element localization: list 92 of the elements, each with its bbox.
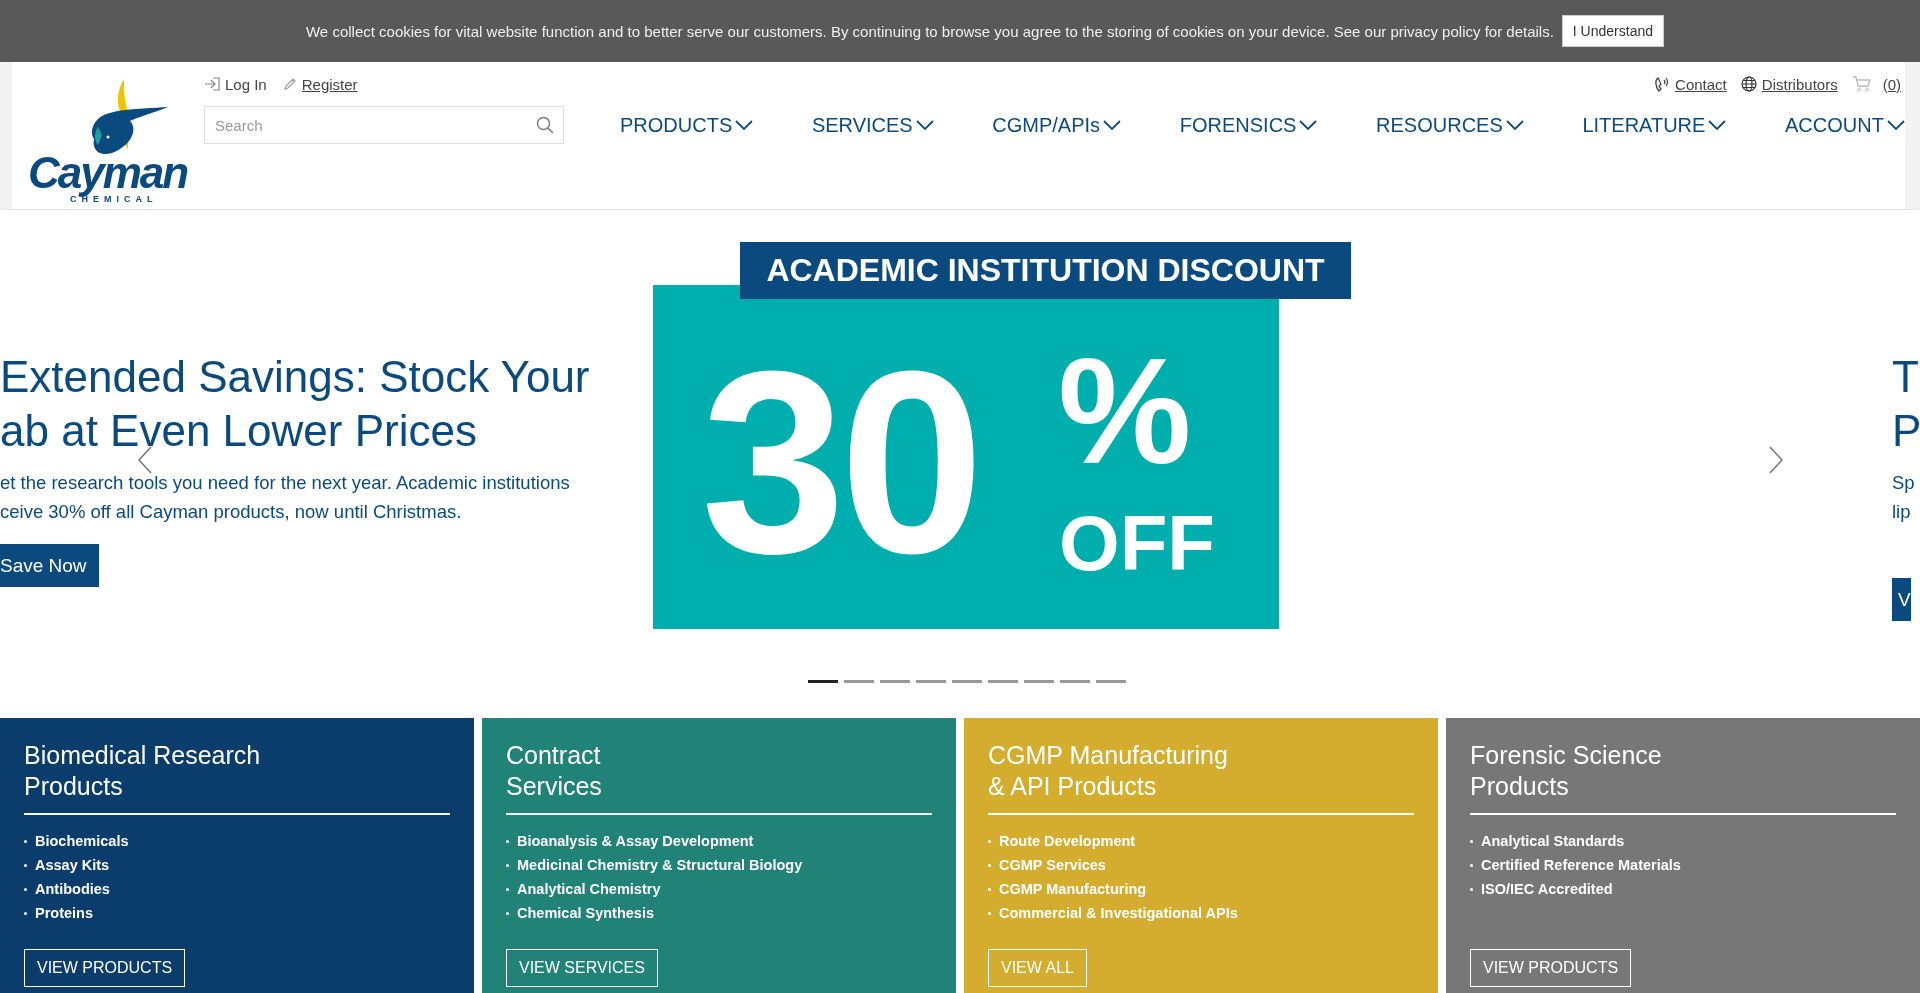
bullet-icon [988,887,991,891]
nav-menu-item[interactable]: LITERATURE [1582,114,1727,137]
card-title: Biomedical Research [24,740,262,771]
bullet-icon [506,887,509,891]
card-title: Contract [506,740,602,771]
card-list-item: Certified Reference Materials [1481,856,1681,875]
card-button[interactable]: VIEW PRODUCTS [24,949,186,987]
phone-icon [1654,75,1671,93]
pencil-icon [282,77,297,91]
register-link[interactable]: Register [282,75,358,93]
card-title: CGMP Manufacturing [988,740,1229,771]
pager-dash[interactable] [844,680,874,683]
slide-button[interactable]: Save Now [0,544,99,587]
card-list-item: Analytical Chemistry [517,880,661,899]
pager-dash[interactable] [1096,680,1126,683]
nav-menu-item[interactable]: RESOURCES [1376,114,1524,137]
slide-description: ceive 30% off all Cayman products, now until Christmas. [0,500,463,524]
understand-button[interactable]: I Understand [1561,15,1664,47]
percent-sign: % [1058,326,1192,496]
card-title: Forensic Science [1470,740,1663,771]
bullet-icon [24,911,27,915]
nav-menu-item[interactable]: ACCOUNT [1785,114,1905,137]
slide-description: lip [1892,500,1912,524]
card-title: Services [506,771,603,802]
card-list-item: CGMP Manufacturing [999,880,1147,899]
card-title: Products [24,771,124,802]
bullet-icon [988,863,991,867]
bullet-icon [988,839,991,843]
nav-menu-item[interactable]: FORENSICS [1179,114,1318,137]
bullet-icon [24,887,27,891]
login-link[interactable]: Log In [204,75,267,93]
slide-description: Sp [1892,471,1916,495]
chevron-down-icon [1886,120,1905,131]
search-field[interactable]: Search [204,106,564,144]
pager-dash[interactable] [988,680,1018,683]
card-list-item: Biochemicals [35,832,129,851]
slide-headline: ab at Even Lower Prices [0,405,478,457]
bullet-icon [24,863,27,867]
bullet-icon [506,911,509,915]
slide-button[interactable]: V [1892,578,1911,621]
off-text: OFF [1059,498,1215,588]
slide-headline: P [1892,405,1920,457]
card-list-item: Antibodies [35,880,110,899]
chevron-down-icon [735,120,754,131]
login-icon [204,77,220,91]
discount-number: 30 [701,316,979,609]
bullet-icon [1470,863,1473,867]
card-list-item: Analytical Standards [1481,832,1625,851]
card-list-item: Bioanalysis & Assay Development [517,832,754,851]
card-button[interactable]: VIEW SERVICES [506,949,658,987]
bullet-icon [1470,839,1473,843]
pager-dash[interactable] [808,680,838,683]
pager-dash[interactable] [952,680,982,683]
chevron-down-icon [915,120,934,131]
cart-link[interactable]: (0) [1851,74,1901,94]
card-list-item: Commercial & Investigational APIs [999,904,1238,923]
pager-dash[interactable] [916,680,946,683]
card-list-item: Chemical Synthesis [517,904,654,923]
chevron-down-icon [1505,120,1524,131]
card-list-item: Proteins [35,904,93,923]
card-list-item: Route Development [999,832,1136,851]
chevron-down-icon [1103,120,1122,131]
chevron-down-icon [1708,120,1727,131]
bullet-icon [24,839,27,843]
pager-dash[interactable] [880,680,910,683]
bullet-icon [1470,887,1473,891]
nav-menu-item[interactable]: PRODUCTS [620,114,754,137]
card-button[interactable]: VIEW PRODUCTS [1470,949,1632,987]
nav-menu-item[interactable]: SERVICES [811,114,934,137]
card-list-item: Assay Kits [35,856,110,875]
bullet-icon [988,911,991,915]
bullet-icon [506,839,509,843]
pager-dash[interactable] [1024,680,1054,683]
card-list-item: CGMP Services [999,856,1106,875]
cart-icon [1851,76,1871,92]
distributors-link[interactable]: Distributors [1740,74,1838,94]
card-list-item: ISO/IEC Accredited [1481,880,1613,899]
bullet-icon [506,863,509,867]
search-icon [536,116,554,134]
card-list-item: Medicinal Chemistry & Structural Biology [517,856,803,875]
slide-headline: Extended Savings: Stock Your [0,351,591,403]
nav-menu-item[interactable]: CGMP/APIs [992,114,1122,137]
slide-description: et the research tools you need for the next year. Academic institutions [0,471,571,495]
globe-icon [1740,76,1757,92]
pager-dash[interactable] [1060,680,1090,683]
card-title: & API Products [988,771,1158,802]
contact-link[interactable]: Contact [1654,74,1727,94]
cookie-notice: We collect cookies for vital website function and to better serve our customers. By continuing to browse you agree to the storing of cookies on your device. See our privacy policy for details. [306,22,1554,40]
slide-headline: T [1892,351,1920,403]
discount-label: ACADEMIC INSTITUTION DISCOUNT [740,242,1351,299]
card-title: Products [1470,771,1570,802]
chevron-down-icon [1299,120,1318,131]
